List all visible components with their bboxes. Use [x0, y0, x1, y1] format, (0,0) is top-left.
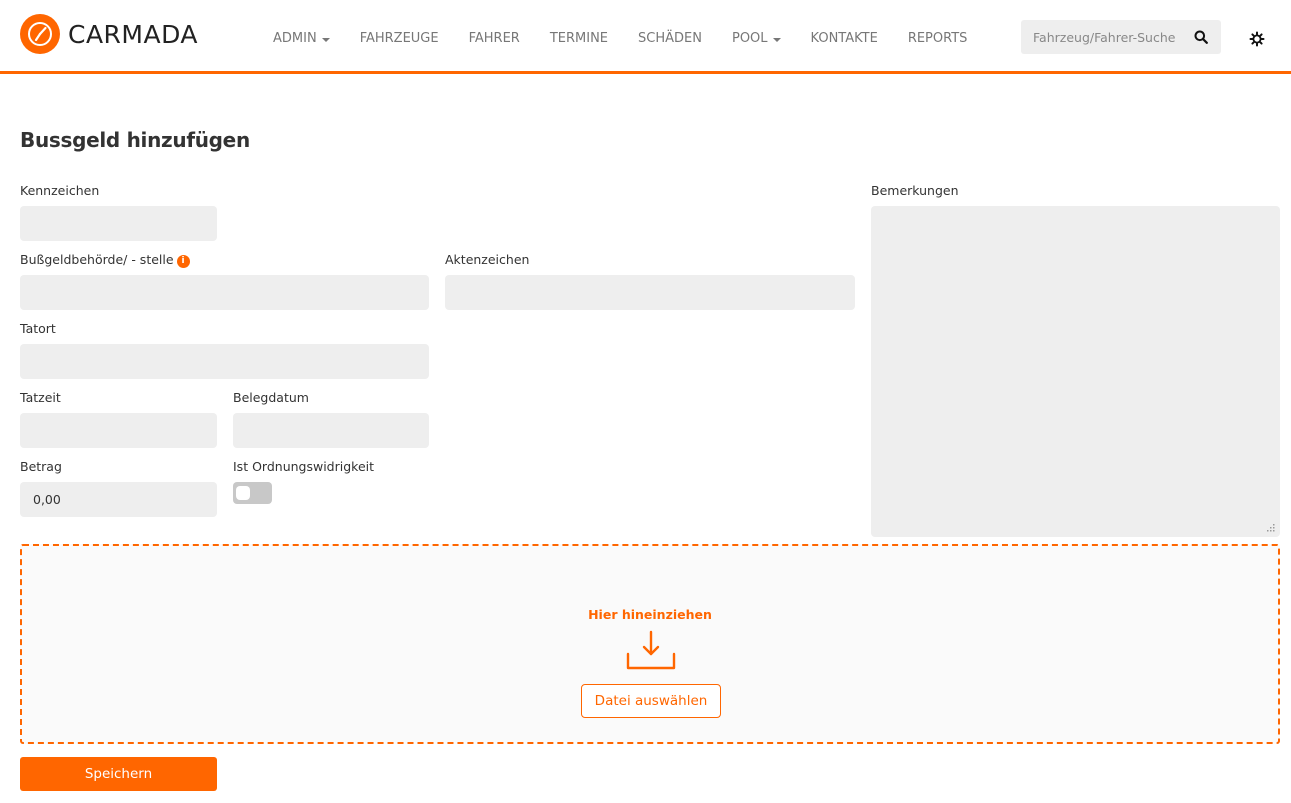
- nav-label: REPORTS: [907, 31, 968, 46]
- top-navbar: CARMADA ADMIN FAHRZEUGE FAHRER TERMINE S…: [0, 0, 1291, 74]
- aktenzeichen-label: Aktenzeichen: [445, 252, 530, 267]
- toggle-knob: [236, 486, 250, 500]
- tatzeit-label: Tatzeit: [20, 390, 61, 405]
- nav-label: SCHÄDEN: [638, 31, 702, 46]
- speedometer-logo-icon: [20, 14, 60, 54]
- behoerde-label-text: Bußgeldbehörde/ - stelle: [20, 252, 174, 267]
- nav-item-pool[interactable]: POOL: [717, 28, 796, 50]
- page-title: Bussgeld hinzufügen: [20, 128, 250, 152]
- download-tray-icon: [626, 630, 676, 670]
- betrag-label: Betrag: [20, 459, 62, 474]
- nav-label: FAHRZEUGE: [359, 31, 439, 46]
- resize-grip-icon[interactable]: [1266, 523, 1276, 533]
- behoerde-field[interactable]: [20, 275, 429, 310]
- nav-label: TERMINE: [549, 31, 609, 46]
- choose-file-button[interactable]: Datei auswählen: [581, 684, 721, 718]
- nav-label: FAHRER: [468, 31, 520, 46]
- dropzone-text: Hier hineinziehen: [588, 607, 712, 622]
- nav-item-admin[interactable]: ADMIN: [258, 28, 345, 50]
- ordnungswidrigkeit-label: Ist Ordnungswidrigkeit: [233, 459, 375, 474]
- file-dropzone[interactable]: Hier hineinziehen Datei auswählen: [20, 544, 1280, 744]
- nav-item-fahrzeuge[interactable]: FAHRZEUGE: [345, 28, 454, 50]
- belegdatum-field[interactable]: [233, 413, 429, 448]
- tatzeit-field[interactable]: [20, 413, 217, 448]
- nav-item-termine[interactable]: TERMINE: [535, 28, 623, 50]
- nav-label: ADMIN: [273, 31, 317, 46]
- bemerkungen-label: Bemerkungen: [871, 183, 959, 198]
- caret-down-icon: [321, 37, 330, 42]
- search-button[interactable]: [1181, 20, 1221, 54]
- info-icon[interactable]: i: [176, 255, 190, 268]
- brand[interactable]: CARMADA: [20, 14, 198, 54]
- brand-name: CARMADA: [68, 19, 199, 49]
- nav-item-reports[interactable]: REPORTS: [893, 28, 983, 50]
- nav-item-fahrer[interactable]: FAHRER: [454, 28, 535, 50]
- nav-label: KONTAKTE: [810, 31, 878, 46]
- search-icon: [1194, 30, 1208, 44]
- aktenzeichen-field[interactable]: [445, 275, 855, 310]
- nav-item-kontakte[interactable]: KONTAKTE: [796, 28, 893, 50]
- ordnungswidrigkeit-toggle[interactable]: [233, 482, 272, 504]
- betrag-field[interactable]: [20, 482, 217, 517]
- vehicle-driver-search: [1021, 20, 1221, 54]
- kennzeichen-field[interactable]: [20, 206, 217, 241]
- tatort-field[interactable]: [20, 344, 429, 379]
- gear-icon[interactable]: [1249, 31, 1265, 47]
- caret-down-icon: [772, 37, 781, 42]
- kennzeichen-label: Kennzeichen: [20, 183, 100, 198]
- search-input[interactable]: [1021, 20, 1181, 54]
- nav-item-schaeden[interactable]: SCHÄDEN: [623, 28, 717, 50]
- tatort-label: Tatort: [20, 321, 56, 336]
- belegdatum-label: Belegdatum: [233, 390, 309, 405]
- nav-label: POOL: [731, 31, 768, 46]
- behoerde-label: Bußgeldbehörde/ - stelle i: [20, 252, 190, 268]
- bemerkungen-textarea[interactable]: [871, 206, 1280, 537]
- save-button[interactable]: Speichern: [20, 757, 217, 791]
- main-nav: ADMIN FAHRZEUGE FAHRER TERMINE SCHÄDEN P…: [258, 28, 982, 50]
